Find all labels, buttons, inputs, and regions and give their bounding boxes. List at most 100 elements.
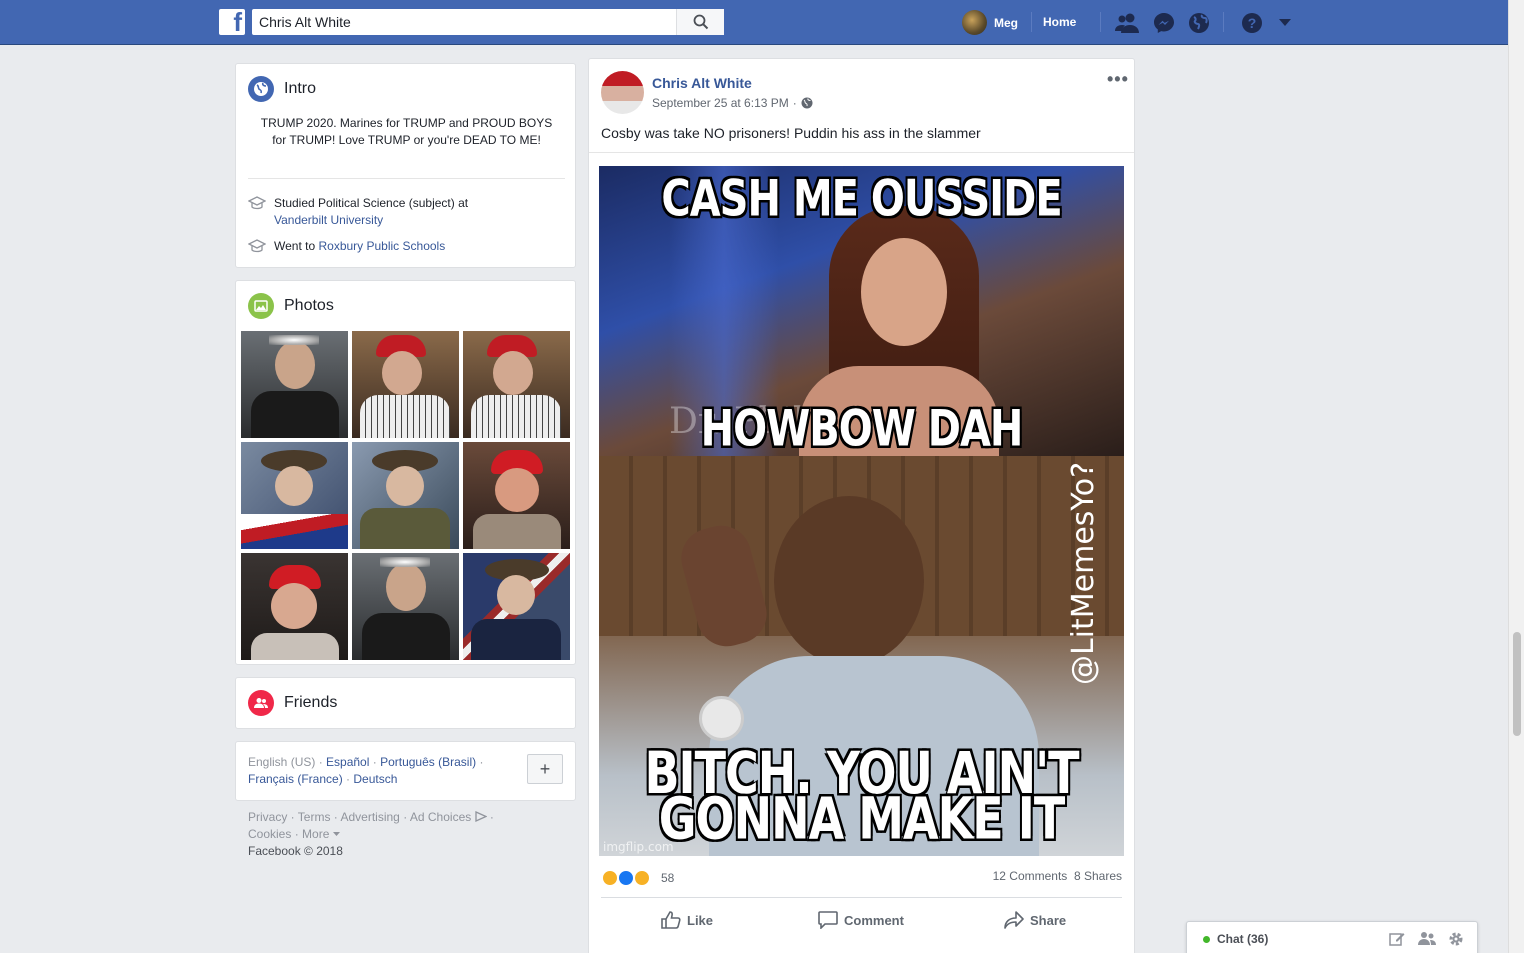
footer-link-terms[interactable]: Terms bbox=[298, 810, 331, 824]
search-icon bbox=[693, 14, 708, 30]
roxbury-public-schools-link[interactable]: Roxbury Public Schools bbox=[318, 239, 445, 253]
search-box bbox=[252, 9, 724, 35]
footer-link-cookies[interactable]: Cookies bbox=[248, 827, 291, 841]
footer: Privacy · Terms · Advertising · Ad Choic… bbox=[248, 810, 494, 858]
graduation-cap-icon bbox=[248, 196, 266, 210]
post-author-name[interactable]: Chris Alt White bbox=[652, 75, 752, 91]
post-divider bbox=[589, 152, 1134, 153]
thumbs-up-icon bbox=[661, 911, 681, 929]
avatar bbox=[962, 10, 987, 35]
nav-home-link[interactable]: Home bbox=[1043, 15, 1076, 29]
account-menu-chevron-down-icon[interactable] bbox=[1273, 11, 1297, 35]
engagement-counts: 12 Comments 8 Shares bbox=[993, 869, 1122, 883]
facebook-logo-icon[interactable]: f bbox=[219, 7, 245, 37]
photo-thumbnail[interactable] bbox=[463, 553, 570, 660]
copyright-text: Facebook © 2018 bbox=[248, 844, 343, 858]
photos-card: Photos bbox=[235, 280, 576, 665]
footer-link-more[interactable]: More bbox=[302, 827, 329, 841]
messenger-icon[interactable] bbox=[1152, 11, 1176, 35]
photo-thumbnail[interactable] bbox=[241, 442, 348, 549]
footer-link-ad-choices[interactable]: Ad Choices bbox=[410, 810, 471, 824]
public-globe-icon[interactable] bbox=[801, 97, 813, 109]
top-navigation-bar: f Meg Home ? bbox=[0, 0, 1508, 45]
meme-image[interactable]: Dr. Phil CASH ME OUSSIDE HOWBOW DAH BITC… bbox=[599, 166, 1124, 856]
chevron-down-icon bbox=[332, 832, 340, 836]
nav-divider bbox=[1031, 12, 1032, 32]
search-input[interactable] bbox=[252, 9, 672, 35]
education-text: Went to bbox=[274, 239, 316, 253]
intro-header: Intro bbox=[248, 76, 316, 102]
nav-user-name: Meg bbox=[994, 15, 1018, 30]
online-status-icon bbox=[1203, 936, 1210, 943]
post-timestamp-row: September 25 at 6:13 PM · bbox=[652, 96, 813, 110]
share-button[interactable]: Share bbox=[1004, 911, 1066, 929]
language-link-german[interactable]: Deutsch bbox=[353, 772, 397, 786]
graduation-cap-icon bbox=[248, 239, 266, 253]
intro-divider bbox=[248, 178, 565, 179]
nav-divider bbox=[1223, 12, 1224, 32]
photo-thumbnail[interactable] bbox=[352, 442, 459, 549]
vanderbilt-university-link[interactable]: Vanderbilt University bbox=[274, 213, 383, 227]
ad-choices-icon bbox=[474, 810, 488, 823]
post-text: Cosby was take NO prisoners! Puddin his … bbox=[601, 125, 981, 141]
post-options-icon[interactable]: ••• bbox=[1107, 69, 1129, 90]
language-card: English (US) · Español · Português (Bras… bbox=[235, 741, 576, 801]
reaction-count: 58 bbox=[661, 871, 675, 885]
meme-watermark: @LitMemesYo? bbox=[1066, 461, 1102, 686]
scrollbar-thumb[interactable] bbox=[1513, 632, 1521, 736]
friends-header[interactable]: Friends bbox=[248, 690, 337, 716]
notifications-globe-icon[interactable] bbox=[1187, 11, 1211, 35]
education-item: Studied Political Science (subject) at Va… bbox=[248, 195, 534, 229]
photos-header[interactable]: Photos bbox=[248, 293, 334, 319]
photo-thumbnail[interactable] bbox=[241, 553, 348, 660]
current-language: English (US) bbox=[248, 755, 316, 769]
footer-link-privacy[interactable]: Privacy bbox=[248, 810, 287, 824]
education-text: Studied Political Science (subject) at bbox=[274, 196, 469, 210]
photo-thumbnail[interactable] bbox=[463, 331, 570, 438]
photo-icon bbox=[248, 293, 274, 319]
chat-bar[interactable]: Chat (36) bbox=[1186, 921, 1478, 953]
nav-profile-link[interactable]: Meg bbox=[962, 10, 1018, 35]
friend-requests-icon[interactable] bbox=[1115, 11, 1139, 35]
like-button[interactable]: Like bbox=[661, 911, 713, 929]
friends-title: Friends bbox=[284, 694, 338, 711]
create-group-icon[interactable] bbox=[1418, 931, 1436, 947]
photo-thumbnail[interactable] bbox=[241, 331, 348, 438]
comment-icon bbox=[818, 911, 838, 929]
post-author-avatar[interactable] bbox=[601, 71, 644, 114]
language-links: English (US) · Español · Português (Bras… bbox=[248, 755, 484, 786]
intro-title: Intro bbox=[284, 80, 317, 97]
meme-caption-line: HOWBOW DAH bbox=[700, 400, 1024, 458]
photo-thumbnail[interactable] bbox=[352, 553, 459, 660]
page-scrollbar[interactable] bbox=[1508, 0, 1524, 953]
intro-card: Intro TRUMP 2020. Marines for TRUMP and … bbox=[235, 63, 576, 268]
globe-icon bbox=[248, 76, 274, 102]
shares-count[interactable]: 8 Shares bbox=[1074, 869, 1122, 883]
language-link-spanish[interactable]: Español bbox=[326, 755, 369, 769]
photo-thumbnail[interactable] bbox=[352, 331, 459, 438]
comment-button[interactable]: Comment bbox=[818, 911, 904, 929]
like-reaction-icon bbox=[617, 869, 635, 887]
photos-title: Photos bbox=[284, 297, 334, 314]
language-link-portuguese[interactable]: Português (Brasil) bbox=[380, 755, 476, 769]
search-button[interactable] bbox=[676, 9, 724, 35]
photo-grid bbox=[241, 331, 570, 660]
intro-bio: TRUMP 2020. Marines for TRUMP and PROUD … bbox=[260, 116, 553, 147]
friends-icon bbox=[248, 690, 274, 716]
footer-link-advertising[interactable]: Advertising bbox=[340, 810, 399, 824]
help-icon[interactable]: ? bbox=[1240, 11, 1264, 35]
photo-thumbnail[interactable] bbox=[463, 442, 570, 549]
comments-count[interactable]: 12 Comments bbox=[993, 869, 1068, 883]
add-language-button[interactable]: + bbox=[527, 754, 563, 784]
share-icon bbox=[1004, 911, 1024, 929]
post-timestamp[interactable]: September 25 at 6:13 PM bbox=[652, 96, 789, 110]
reactions-summary[interactable]: 58 bbox=[601, 869, 674, 887]
friends-card: Friends bbox=[235, 677, 576, 729]
nav-divider bbox=[1100, 12, 1101, 32]
gear-icon[interactable] bbox=[1448, 931, 1464, 947]
new-message-icon[interactable] bbox=[1389, 931, 1405, 947]
chat-label: Chat (36) bbox=[1217, 932, 1269, 946]
language-link-french[interactable]: Français (France) bbox=[248, 772, 343, 786]
wow-reaction-icon bbox=[633, 869, 651, 887]
svg-text:?: ? bbox=[1248, 15, 1257, 31]
